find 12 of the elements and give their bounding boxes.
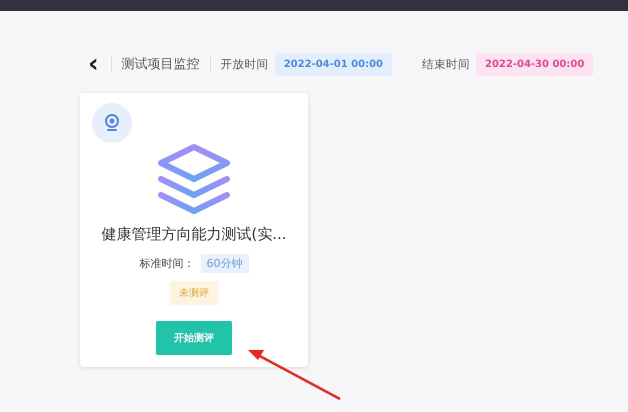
- open-time-label: 开放时间: [220, 56, 269, 72]
- test-title: 健康管理方向能力测试(实...: [101, 225, 287, 244]
- page-title: 测试项目监控: [122, 56, 200, 73]
- open-time-tag: 2022-04-01 00:00: [274, 52, 392, 76]
- end-time-tag: 2022-04-30 00:00: [476, 52, 594, 76]
- back-button[interactable]: ‹: [86, 54, 101, 74]
- end-time-label: 结束时间: [422, 56, 470, 72]
- duration-tag: 60分钟: [200, 254, 248, 273]
- webcam-icon: [92, 103, 132, 143]
- duration-label: 标准时间：: [140, 256, 194, 271]
- status-tag: 未测评: [170, 281, 218, 305]
- layers-icon: [157, 143, 231, 215]
